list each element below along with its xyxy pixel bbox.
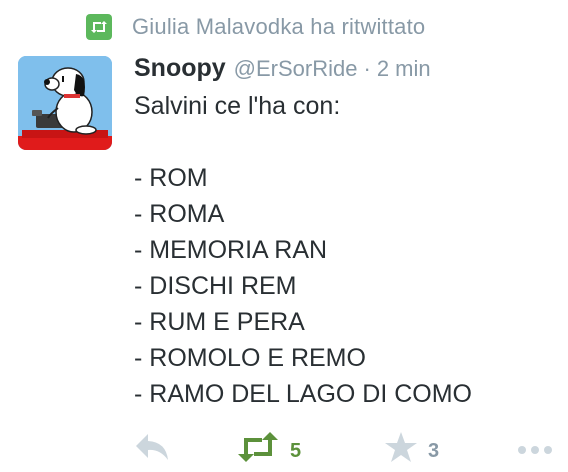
retweet-icon xyxy=(238,432,278,462)
snoopy-avatar xyxy=(18,56,112,150)
tweet-text: Salvini ce l'ha con: - ROM - ROMA - MEMO… xyxy=(134,92,473,408)
header-separator: · xyxy=(363,56,371,81)
tweet-header: Snoopy @ErSorRide · 2 min xyxy=(134,54,431,83)
retweet-icon xyxy=(86,14,112,40)
retweet-count: 5 xyxy=(290,440,302,462)
more-dots-icon[interactable] xyxy=(518,446,552,454)
retweet-button[interactable]: 5 xyxy=(236,432,301,463)
display-name[interactable]: Snoopy xyxy=(134,54,226,83)
tweet-actions: 5 3 xyxy=(134,432,554,472)
favorite-count: 3 xyxy=(428,440,440,462)
reply-icon xyxy=(136,434,168,460)
retweet-context-text[interactable]: Giulia Malavodka ha ritwittato xyxy=(132,14,425,40)
retweet-context: Giulia Malavodka ha ritwittato xyxy=(86,14,425,40)
timestamp[interactable]: 2 min xyxy=(377,56,431,82)
username-handle[interactable]: @ErSorRide xyxy=(234,56,358,82)
star-icon xyxy=(385,432,417,462)
favorite-button[interactable]: 3 xyxy=(384,432,439,464)
reply-button[interactable] xyxy=(134,432,170,462)
avatar[interactable] xyxy=(18,56,112,150)
